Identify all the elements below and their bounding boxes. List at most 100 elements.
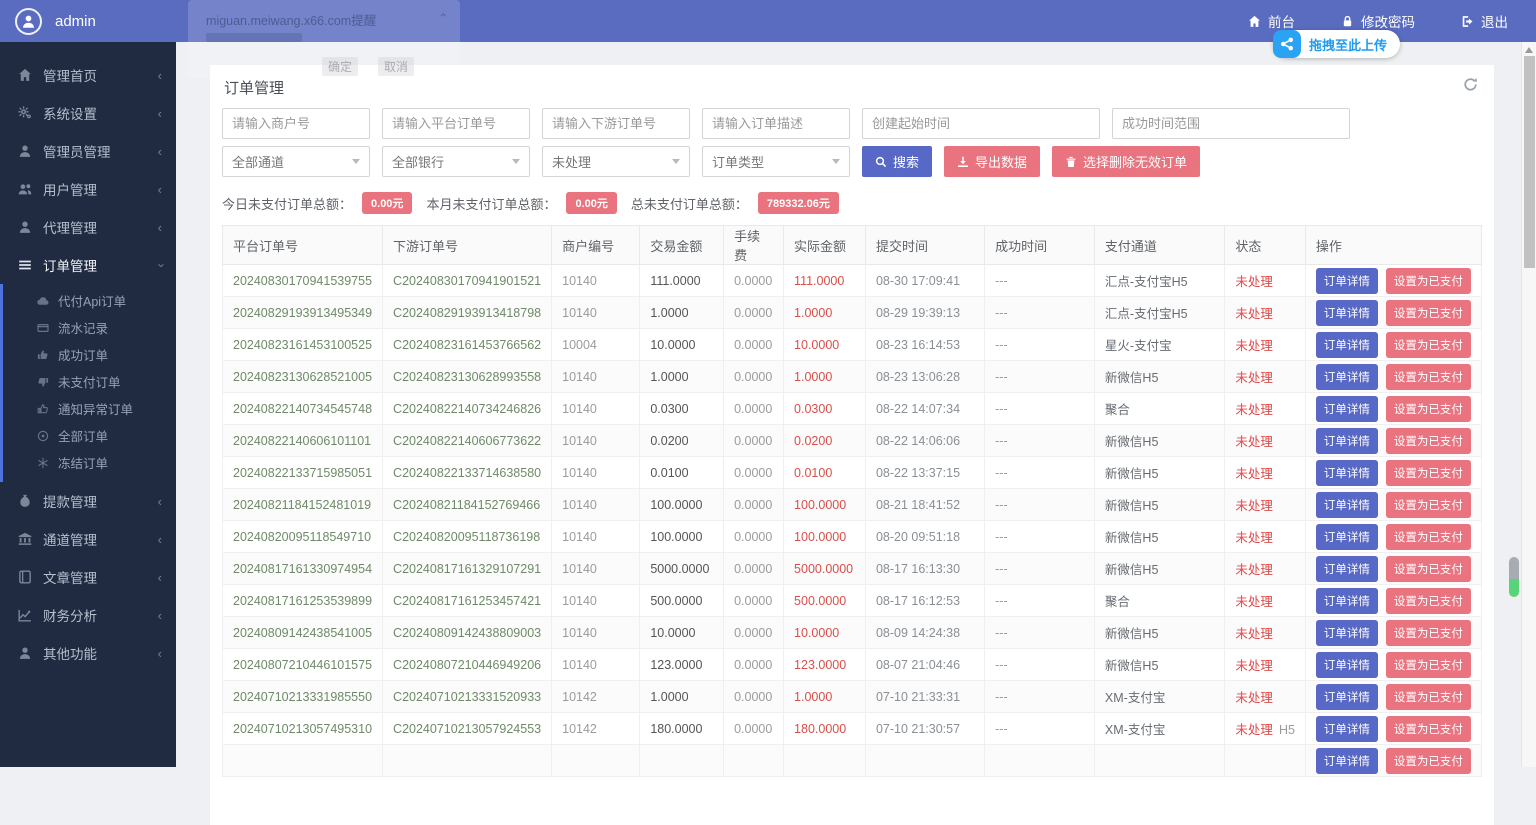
table-row: 20240822140734545748C2024082214073424682… <box>223 393 1482 425</box>
content-card: 订单管理 全部通道 全部银行 未处理 订单类型 搜索 导出数据 选择删除无效订单… <box>210 65 1494 825</box>
sidebar-subitem-notify-error-orders[interactable]: 通知异常订单 <box>3 395 176 422</box>
order-detail-button[interactable]: 订单详情 <box>1316 460 1378 486</box>
order-detail-button[interactable]: 订单详情 <box>1316 492 1378 518</box>
sidebar-subitem-success-orders[interactable]: 成功订单 <box>3 341 176 368</box>
set-paid-button[interactable]: 设置为已支付 <box>1386 268 1471 294</box>
chevron-down-icon: ‹ <box>153 263 166 267</box>
set-paid-button[interactable]: 设置为已支付 <box>1386 492 1471 518</box>
status-badge: 未处理 <box>1235 563 1273 577</box>
filter-select-0[interactable]: 全部通道 <box>222 146 370 177</box>
home-icon <box>18 68 32 82</box>
sidebar-item-orders[interactable]: 订单管理 ‹ <box>0 246 176 284</box>
filter-input-2[interactable] <box>542 108 690 139</box>
filter-input-4[interactable] <box>862 108 1100 139</box>
search-button[interactable]: 搜索 <box>862 146 932 177</box>
sidebar-item-agents[interactable]: 代理管理 ‹ <box>0 208 176 246</box>
set-paid-button[interactable]: 设置为已支付 <box>1386 428 1471 454</box>
trash-icon <box>1065 156 1077 168</box>
filter-select-1[interactable]: 全部银行 <box>382 146 530 177</box>
sidebar-subitem-frozen-orders[interactable]: 冻结订单 <box>3 449 176 476</box>
order-detail-button[interactable]: 订单详情 <box>1316 396 1378 422</box>
stat-badge-month: 0.00元 <box>566 192 616 214</box>
status-badge: 未处理 <box>1235 659 1273 673</box>
topbar-link-change-password[interactable]: 修改密码 <box>1341 11 1415 31</box>
filter-input-0[interactable] <box>222 108 370 139</box>
set-paid-button[interactable]: 设置为已支付 <box>1386 684 1471 710</box>
sidebar-item-articles[interactable]: 文章管理 ‹ <box>0 558 176 596</box>
set-paid-button[interactable]: 设置为已支付 <box>1386 332 1471 358</box>
table-row: 20240809142438541005C2024080914243880900… <box>223 617 1482 649</box>
sidebar-subitem-unpaid-orders[interactable]: 未支付订单 <box>3 368 176 395</box>
user-icon <box>18 144 32 158</box>
status-extra-text: H5 <box>1279 723 1295 737</box>
unpaid-stats: 今日未支付订单总额： 0.00元 本月未支付订单总额： 0.00元 总未支付订单… <box>222 192 1482 214</box>
sidebar-item-users[interactable]: 用户管理 ‹ <box>0 170 176 208</box>
set-paid-button[interactable]: 设置为已支付 <box>1386 524 1471 550</box>
upload-dropzone[interactable]: 拖拽至此上传 <box>1273 30 1400 58</box>
column-header: 交易金额 <box>640 226 724 265</box>
avatar[interactable] <box>15 8 42 35</box>
order-detail-button[interactable]: 订单详情 <box>1316 684 1378 710</box>
topbar-link-logout[interactable]: 退出 <box>1461 11 1508 31</box>
order-detail-button[interactable]: 订单详情 <box>1316 300 1378 326</box>
filter-input-3[interactable] <box>702 108 850 139</box>
filter-input-1[interactable] <box>382 108 530 139</box>
sidebar-item-admins[interactable]: 管理员管理 ‹ <box>0 132 176 170</box>
chevron-left-icon: ‹ <box>158 647 162 660</box>
order-detail-button[interactable]: 订单详情 <box>1316 332 1378 358</box>
table-row: 20240823130628521005C2024082313062899355… <box>223 361 1482 393</box>
sidebar-item-home[interactable]: 管理首页 ‹ <box>0 56 176 94</box>
filter-input-5[interactable] <box>1112 108 1350 139</box>
filter-select-3[interactable]: 订单类型 <box>702 146 850 177</box>
table-row: 20240823161453100525C2024082316145376656… <box>223 329 1482 361</box>
order-detail-button[interactable]: 订单详情 <box>1316 524 1378 550</box>
sidebar-subitem-flow-records[interactable]: 流水记录 <box>3 314 176 341</box>
refresh-icon[interactable] <box>1463 77 1478 97</box>
order-detail-button[interactable]: 订单详情 <box>1316 556 1378 582</box>
scroll-up-arrow-icon[interactable] <box>1525 47 1533 53</box>
order-detail-button[interactable]: 订单详情 <box>1316 716 1378 742</box>
order-detail-button[interactable]: 订单详情 <box>1316 748 1378 774</box>
topbar-link-frontend[interactable]: 前台 <box>1248 11 1295 31</box>
snowflake-icon <box>37 457 49 469</box>
set-paid-button[interactable]: 设置为已支付 <box>1386 620 1471 646</box>
set-paid-button[interactable]: 设置为已支付 <box>1386 652 1471 678</box>
column-header: 下游订单号 <box>383 226 552 265</box>
order-detail-button[interactable]: 订单详情 <box>1316 428 1378 454</box>
sidebar-item-others[interactable]: 其他功能 ‹ <box>0 634 176 672</box>
chart-icon <box>18 608 32 622</box>
order-detail-button[interactable]: 订单详情 <box>1316 268 1378 294</box>
column-header: 操作 <box>1305 226 1481 265</box>
order-detail-button[interactable]: 订单详情 <box>1316 588 1378 614</box>
filter-select-2[interactable]: 未处理 <box>542 146 690 177</box>
set-paid-button[interactable]: 设置为已支付 <box>1386 748 1471 774</box>
set-paid-button[interactable]: 设置为已支付 <box>1386 364 1471 390</box>
sidebar-item-system[interactable]: 系统设置 ‹ <box>0 94 176 132</box>
chevron-left-icon: ‹ <box>158 495 162 508</box>
user-icon <box>21 14 36 29</box>
set-paid-button[interactable]: 设置为已支付 <box>1386 588 1471 614</box>
set-paid-button[interactable]: 设置为已支付 <box>1386 716 1471 742</box>
order-detail-button[interactable]: 订单详情 <box>1316 652 1378 678</box>
delete-invalid-orders-button[interactable]: 选择删除无效订单 <box>1052 146 1200 177</box>
status-badge: 未处理 <box>1235 723 1273 737</box>
table-row: 20240710213331985550C2024071021333152093… <box>223 681 1482 713</box>
chevron-left-icon: ‹ <box>158 533 162 546</box>
scrollbar-thumb[interactable] <box>1524 56 1535 268</box>
order-detail-button[interactable]: 订单详情 <box>1316 620 1378 646</box>
card-icon <box>37 322 49 334</box>
sidebar-item-withdraw[interactable]: 提款管理 ‹ <box>0 482 176 520</box>
export-data-button[interactable]: 导出数据 <box>944 146 1040 177</box>
table-row: 20240822140606101101C2024082214060677362… <box>223 425 1482 457</box>
sidebar-subitem-api-orders[interactable]: 代付Api订单 <box>3 287 176 314</box>
set-paid-button[interactable]: 设置为已支付 <box>1386 300 1471 326</box>
sidebar-subitem-all-orders[interactable]: 全部订单 <box>3 422 176 449</box>
order-detail-button[interactable]: 订单详情 <box>1316 364 1378 390</box>
vertical-scrollbar[interactable] <box>1521 42 1536 767</box>
set-paid-button[interactable]: 设置为已支付 <box>1386 460 1471 486</box>
table-row: 20240817161253539899C2024081716125345742… <box>223 585 1482 617</box>
sidebar-item-finance[interactable]: 财务分析 ‹ <box>0 596 176 634</box>
set-paid-button[interactable]: 设置为已支付 <box>1386 556 1471 582</box>
sidebar-item-channels[interactable]: 通道管理 ‹ <box>0 520 176 558</box>
set-paid-button[interactable]: 设置为已支付 <box>1386 396 1471 422</box>
